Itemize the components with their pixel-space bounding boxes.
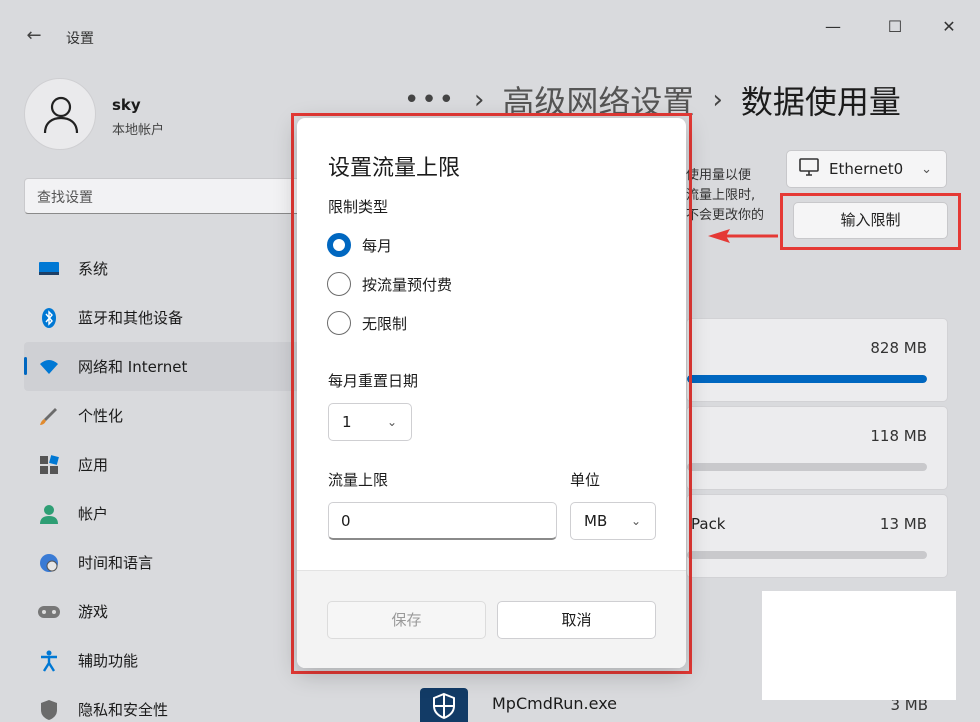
app-name: MpCmdRun.exe — [492, 694, 618, 713]
user-name: sky — [112, 96, 141, 114]
usage-bar — [687, 463, 927, 471]
chevron-down-icon: ⌄ — [386, 415, 397, 429]
breadcrumb-overflow-button[interactable]: ••• — [404, 85, 456, 115]
person-icon — [43, 96, 79, 134]
usage-size: 118 MB — [870, 427, 927, 445]
gamepad-icon — [38, 601, 60, 623]
apps-icon — [38, 454, 60, 476]
data-limit-input[interactable] — [328, 502, 557, 540]
radio-selected-icon — [327, 233, 351, 257]
arrow-left-icon: ← — [26, 25, 42, 46]
sidebar-item-accessibility[interactable]: 辅助功能 — [24, 636, 304, 685]
data-limit-label: 流量上限 — [328, 471, 389, 489]
usage-bar — [687, 375, 927, 383]
sidebar-item-privacy[interactable]: 隐私和安全性 — [24, 685, 304, 722]
app-name: Pack — [691, 515, 726, 533]
maximize-button[interactable]: ☐ — [880, 14, 910, 40]
usage-bar — [687, 551, 927, 559]
monitor-icon — [799, 158, 819, 180]
sidebar-item-system[interactable]: 系统 — [24, 244, 304, 293]
sidebar-item-label: 应用 — [78, 456, 109, 474]
search-input[interactable]: 查找设置 — [24, 178, 304, 214]
sidebar-item-personalization[interactable]: 个性化 — [24, 391, 304, 440]
blank-overlay — [762, 591, 956, 700]
sidebar-item-label: 时间和语言 — [78, 554, 154, 572]
page-title: 数据使用量 — [740, 83, 901, 121]
minimize-button[interactable]: — — [818, 14, 848, 40]
unit-value: MB — [584, 512, 608, 530]
sidebar-item-label: 蓝牙和其他设备 — [78, 309, 184, 327]
radio-label: 每月 — [362, 236, 393, 255]
back-button[interactable]: ← — [22, 24, 46, 48]
radio-unselected-icon — [327, 311, 351, 335]
unit-label: 单位 — [570, 471, 601, 489]
sidebar-item-label: 辅助功能 — [78, 652, 139, 670]
sidebar-item-label: 个性化 — [78, 407, 124, 425]
unit-dropdown[interactable]: MB ⌄ — [570, 502, 656, 540]
highlight-box — [780, 193, 961, 250]
close-button[interactable]: ✕ — [934, 14, 964, 40]
chevron-right-icon: › — [474, 85, 485, 115]
app-usage-card[interactable]: Pack 13 MB — [686, 494, 948, 578]
usage-hint-text: 使用量以便 流量上限时, 不会更改你的 — [686, 168, 765, 223]
shield-icon — [38, 699, 60, 721]
save-button[interactable]: 保存 — [327, 601, 486, 639]
maximize-icon: ☐ — [887, 17, 903, 36]
reset-day-label: 每月重置日期 — [328, 372, 419, 390]
person-icon — [38, 503, 60, 525]
sidebar-item-label: 系统 — [78, 260, 109, 278]
sidebar-item-gaming[interactable]: 游戏 — [24, 587, 304, 636]
sidebar: sky 本地帐户 查找设置 系统 蓝牙和其他设备 网络和 Internet 个性… — [0, 70, 304, 722]
sidebar-item-network[interactable]: 网络和 Internet — [24, 342, 304, 391]
sidebar-item-accounts[interactable]: 帐户 — [24, 489, 304, 538]
wifi-icon — [38, 356, 60, 378]
avatar[interactable] — [24, 78, 96, 150]
minimize-icon: — — [825, 17, 841, 36]
adapter-name: Ethernet0 — [829, 160, 904, 178]
brush-icon — [38, 405, 60, 427]
monitor-icon — [38, 258, 60, 280]
defender-shield-icon — [420, 688, 468, 722]
radio-label: 按流量预付费 — [362, 275, 453, 294]
dialog-title: 设置流量上限 — [328, 156, 461, 181]
cancel-button[interactable]: 取消 — [497, 601, 656, 639]
sidebar-item-time-language[interactable]: 时间和语言 — [24, 538, 304, 587]
bluetooth-icon — [38, 307, 60, 329]
radio-label: 无限制 — [362, 314, 408, 333]
sidebar-item-label: 隐私和安全性 — [78, 701, 169, 719]
window-title: 设置 — [66, 31, 94, 47]
close-icon: ✕ — [942, 17, 956, 36]
sidebar-item-bluetooth[interactable]: 蓝牙和其他设备 — [24, 293, 304, 342]
sidebar-item-label: 游戏 — [78, 603, 109, 621]
app-usage-card[interactable]: 828 MB — [686, 318, 948, 402]
title-bar: ← 设置 — ☐ ✕ — [0, 0, 980, 70]
annotation-arrow — [708, 229, 778, 243]
accessibility-icon — [38, 650, 60, 672]
radio-unselected-icon — [327, 272, 351, 296]
sidebar-item-label: 帐户 — [78, 505, 109, 523]
globe-clock-icon — [38, 552, 60, 574]
sidebar-item-apps[interactable]: 应用 — [24, 440, 304, 489]
sidebar-item-label: 网络和 Internet — [78, 358, 188, 376]
radio-unlimited[interactable]: 无限制 — [327, 310, 407, 336]
usage-size: 828 MB — [870, 339, 927, 357]
reset-day-dropdown[interactable]: 1 ⌄ — [328, 403, 412, 441]
usage-size: 13 MB — [879, 515, 927, 533]
limit-type-label: 限制类型 — [328, 198, 389, 216]
radio-monthly[interactable]: 每月 — [327, 232, 392, 258]
sidebar-nav: 系统 蓝牙和其他设备 网络和 Internet 个性化 应用 帐户 时间和语言 — [24, 244, 304, 722]
app-usage-card[interactable]: 118 MB — [686, 406, 948, 490]
adapter-dropdown[interactable]: Ethernet0 ⌄ — [786, 150, 947, 188]
reset-day-value: 1 — [342, 413, 352, 431]
chevron-right-icon: › — [712, 85, 723, 115]
chevron-down-icon: ⌄ — [921, 161, 932, 177]
dialog-footer: 保存 取消 — [297, 570, 686, 668]
account-type: 本地帐户 — [112, 123, 165, 138]
set-data-limit-dialog: 设置流量上限 限制类型 每月 按流量预付费 无限制 每月重置日期 1 ⌄ 流量上… — [297, 118, 686, 668]
radio-one-time[interactable]: 按流量预付费 — [327, 271, 452, 297]
chevron-down-icon: ⌄ — [630, 514, 641, 528]
